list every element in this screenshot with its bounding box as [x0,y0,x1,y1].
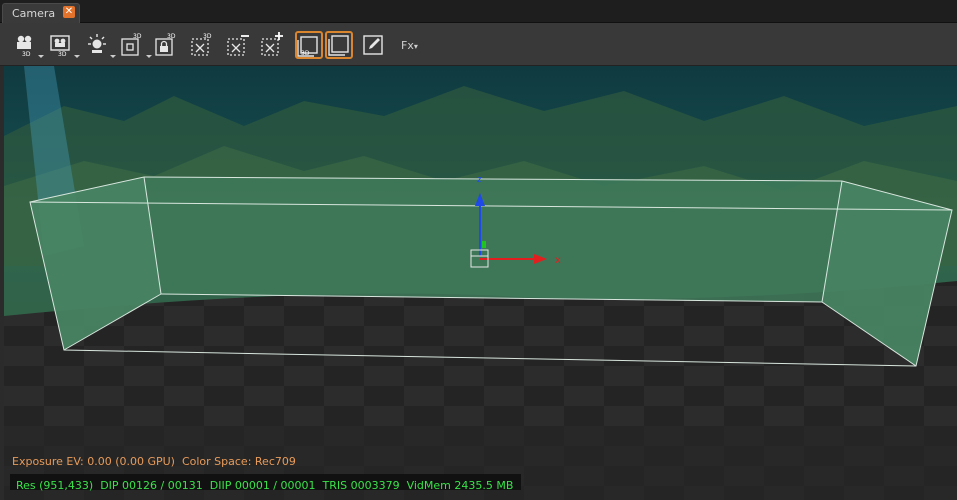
svg-text:3D: 3D [301,50,310,57]
close-icon[interactable]: ✕ [63,6,75,18]
fx-label: Fx [401,39,414,52]
lock-3d-button[interactable]: 3D [154,32,180,58]
svg-text:3D: 3D [167,33,176,40]
view-3d-button[interactable]: 3D [295,31,323,59]
viewport-scene: z x [4,66,957,500]
select-minus-icon [227,35,249,56]
toolbar: 3D 3D 3D 3D 3D 3D Fx▾ [0,23,957,66]
chevron-down-icon [146,55,152,58]
fx-menu[interactable]: Fx▾ [401,39,418,52]
svg-text:3D: 3D [203,33,212,40]
light-icon [88,34,106,53]
frame-3d-button[interactable]: 3D [120,32,152,58]
svg-text:3D: 3D [58,51,67,58]
chevron-down-icon [74,55,80,58]
camera-3d-alt-button[interactable]: 3D [48,32,80,58]
chevron-down-icon: ▾ [413,42,418,51]
render-stats-text: Res (951,433) DIP 00126 / 00131 DIIP 000… [16,479,514,492]
edit-icon [363,35,383,55]
axis-z-label: z [477,175,482,185]
render-stats-bar: Res (951,433) DIP 00126 / 00131 DIIP 000… [10,474,522,492]
camera-3d-icon: 3D [17,35,32,58]
lock-3d-icon: 3D [155,33,176,56]
tab-label: Camera [12,7,56,20]
edit-button[interactable] [361,32,387,58]
frame-3d-icon: 3D [121,33,142,56]
tab-camera[interactable]: Camera ✕ [2,3,80,23]
select-plus-button[interactable] [260,32,286,58]
tab-bar: Camera ✕ [0,0,957,23]
select-minus-button[interactable] [226,32,252,58]
viewport[interactable]: z x [4,66,957,500]
axis-x-label: x [555,255,561,266]
select-3d-button[interactable]: 3D [190,32,216,58]
select-plus-icon [261,32,283,56]
chevron-down-icon [110,55,116,58]
select-3d-icon: 3D [191,33,212,56]
view-3d-icon: 3D [297,36,318,57]
light-button[interactable] [84,32,116,58]
exposure-status: Exposure EV: 0.00 (0.00 GPU) Color Space… [12,455,296,468]
svg-text:3D: 3D [133,33,142,40]
view-2d-icon [328,35,349,56]
svg-text:3D: 3D [22,51,31,58]
axis-y-handle[interactable] [482,241,486,248]
view-2d-button[interactable] [325,31,353,59]
camera-3d-alt-icon: 3D [50,35,70,58]
chevron-down-icon [38,55,44,58]
camera-3d-button[interactable]: 3D [12,32,44,58]
